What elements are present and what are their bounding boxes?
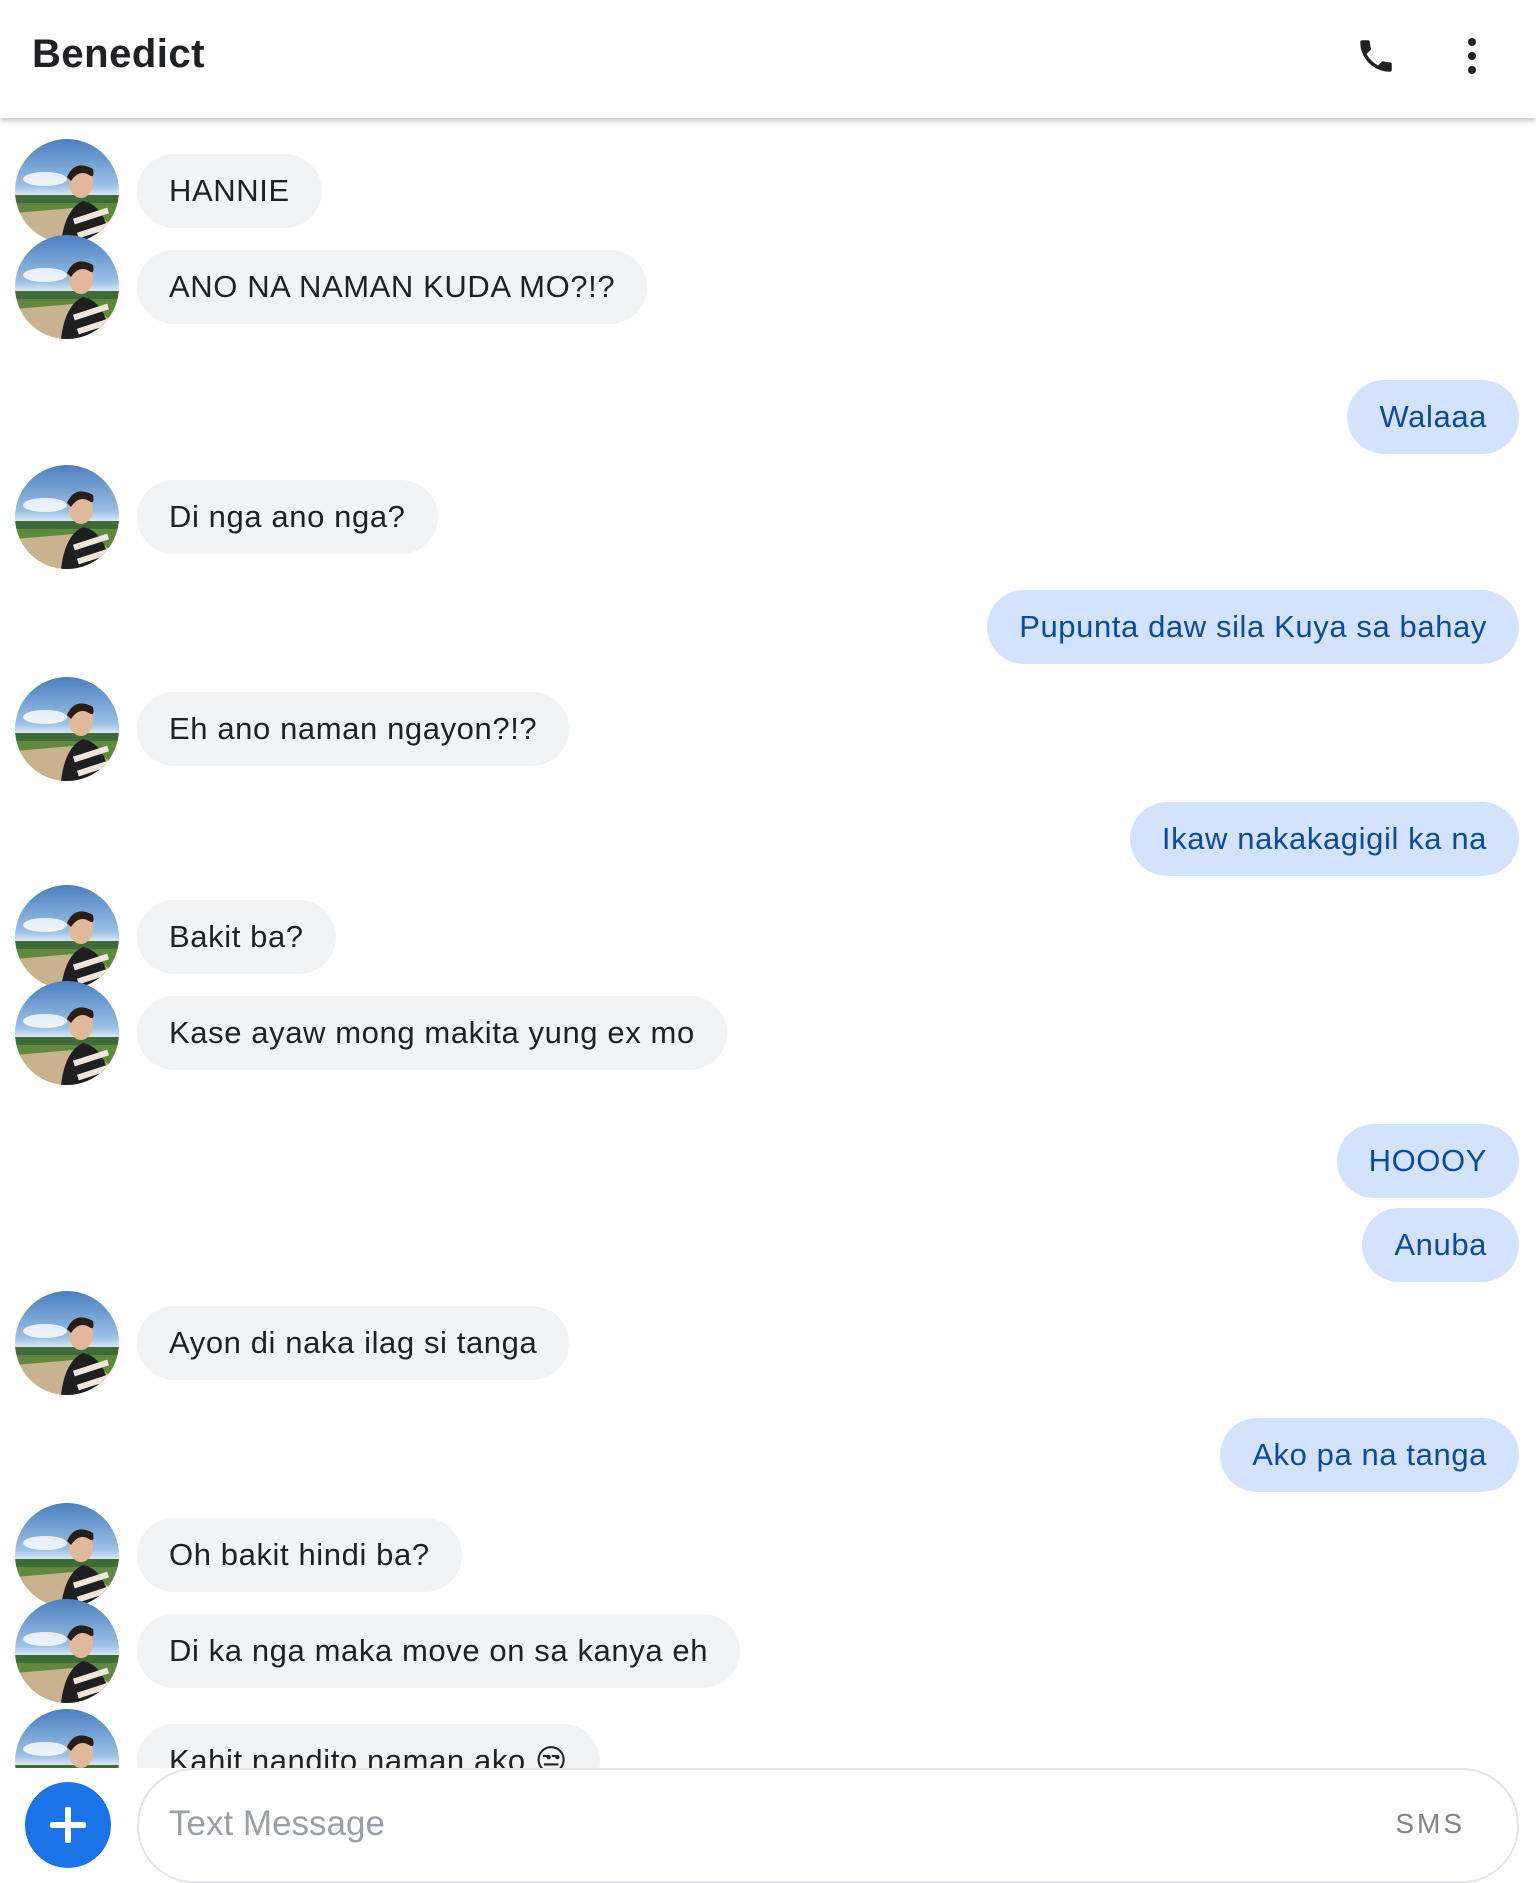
outgoing-message-bubble[interactable]: HOOOY (1336, 1124, 1519, 1198)
outgoing-message-bubble[interactable]: Walaaa (1347, 380, 1519, 454)
app-bar: Benedict (0, 0, 1536, 118)
message-input[interactable]: Text Message SMS (137, 1768, 1519, 1883)
contact-avatar[interactable] (15, 885, 119, 989)
conversation-list[interactable]: HANNIE ANO NA NAMAN KUDA MO?!? Walaaa Di … (0, 118, 1536, 1768)
phone-icon[interactable] (1344, 24, 1408, 88)
sms-mode-label: SMS (1395, 1808, 1465, 1839)
incoming-message-bubble[interactable]: Di ka nga maka move on sa kanya eh (137, 1614, 741, 1688)
contact-avatar[interactable] (15, 1599, 119, 1703)
outgoing-message-bubble[interactable]: Pupunta daw sila Kuya sa bahay (987, 590, 1519, 664)
contact-avatar[interactable] (15, 1291, 119, 1395)
incoming-message-bubble[interactable]: Ayon di naka ilag si tanga (137, 1306, 570, 1380)
incoming-message-bubble[interactable]: Oh bakit hindi ba? (137, 1518, 462, 1592)
contact-avatar[interactable] (15, 981, 119, 1085)
contact-avatar[interactable] (15, 1709, 119, 1768)
outgoing-message-bubble[interactable]: Anuba (1362, 1208, 1519, 1282)
contact-name[interactable]: Benedict (32, 32, 205, 77)
contact-avatar[interactable] (15, 465, 119, 569)
incoming-message-bubble[interactable]: Kase ayaw mong makita yung ex mo (137, 996, 727, 1070)
incoming-message-bubble[interactable]: ANO NA NAMAN KUDA MO?!? (137, 250, 648, 324)
outgoing-message-bubble[interactable]: Ako pa na tanga (1220, 1418, 1519, 1492)
outgoing-message-bubble[interactable]: Ikaw nakakagigil ka na (1129, 802, 1519, 876)
incoming-message-bubble[interactable]: Kahit nandito naman ako 😒 (137, 1724, 600, 1768)
incoming-message-bubble[interactable]: Eh ano naman ngayon?!? (137, 692, 570, 766)
contact-avatar[interactable] (15, 139, 119, 243)
contact-avatar[interactable] (15, 677, 119, 781)
plus-icon[interactable] (25, 1782, 111, 1868)
contact-avatar[interactable] (15, 1503, 119, 1607)
incoming-message-bubble[interactable]: Bakit ba? (137, 900, 336, 974)
message-input-placeholder: Text Message (169, 1804, 385, 1843)
contact-avatar[interactable] (15, 235, 119, 339)
incoming-message-bubble[interactable]: Di nga ano nga? (137, 480, 438, 554)
more-vert-icon[interactable] (1440, 24, 1504, 88)
incoming-message-bubble[interactable]: HANNIE (137, 154, 322, 228)
